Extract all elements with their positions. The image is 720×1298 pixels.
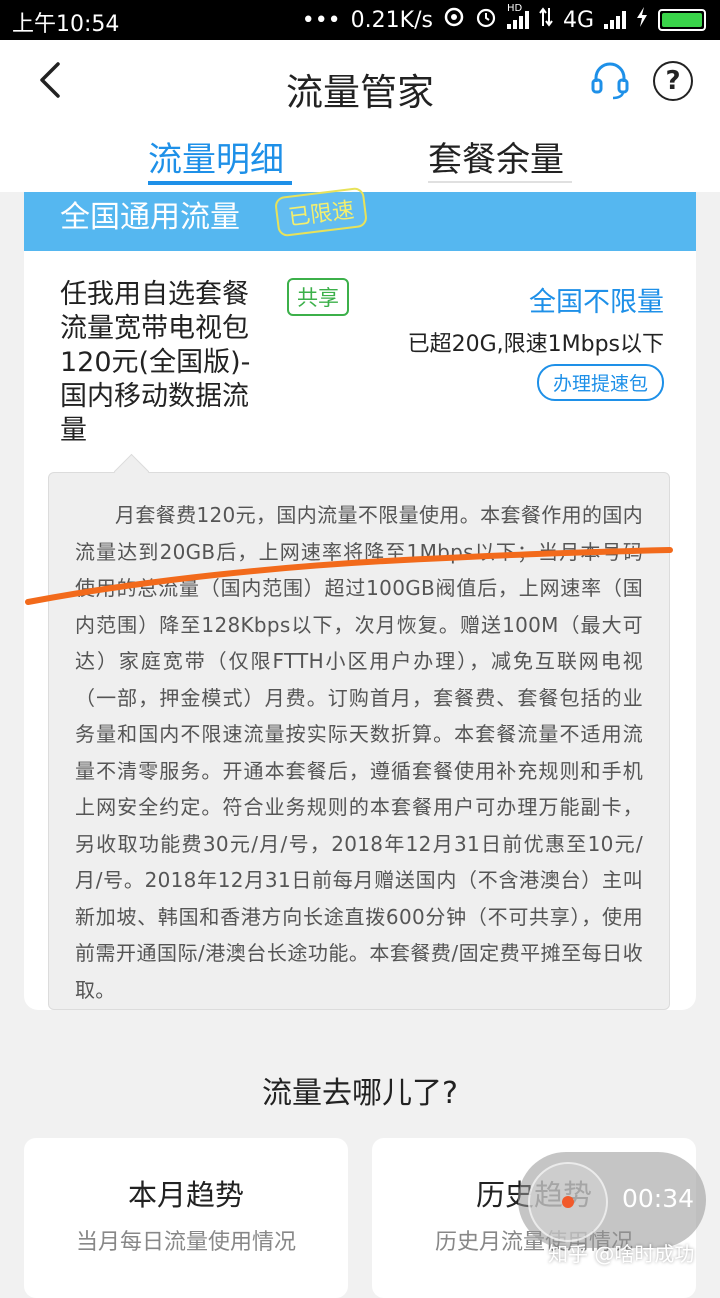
- inactive-tab-indicator: [428, 181, 572, 183]
- more-dots-icon: •••: [301, 7, 341, 33]
- record-dot-icon: [562, 1196, 574, 1208]
- share-badge: 共享: [287, 278, 349, 316]
- card-header: 全国通用流量 已限速: [24, 186, 696, 251]
- tile-subtitle: 当月每日流量使用情况: [75, 1230, 296, 1255]
- net-speed: 0.21K/s: [350, 7, 433, 33]
- plan-name: 任我用自选套餐流量宽带电视包120元(全国版)-国内移动数据流量: [60, 279, 251, 446]
- speed-limited-badge: 已限速: [273, 186, 369, 238]
- sync-icon: [443, 6, 465, 34]
- record-button[interactable]: [528, 1162, 608, 1242]
- section-title: 流量去哪儿了?: [262, 1076, 458, 1111]
- charging-icon: [636, 6, 648, 34]
- status-time: 上午10:54: [12, 12, 120, 37]
- tab-plan-balance[interactable]: 套餐余量: [428, 132, 564, 181]
- tile-title: 本月趋势: [127, 1178, 244, 1212]
- plan-description-box: 月套餐费120元，国内流量不限量使用。本套餐作用的国内流量达到20GB后，上网速…: [48, 472, 670, 1010]
- signal-bars-2-icon: [604, 11, 626, 29]
- status-icons: ••• 0.21K/s HD 4G: [301, 3, 706, 34]
- customer-service-button[interactable]: [588, 58, 632, 102]
- data-arrows-icon: [539, 6, 553, 34]
- plan-description: 月套餐费120元，国内流量不限量使用。本套餐作用的国内流量达到20GB后，上网速…: [75, 503, 643, 1002]
- network-type: 4G: [562, 7, 594, 33]
- battery-icon: [658, 9, 706, 31]
- headset-icon: [591, 62, 629, 100]
- card-header-title: 全国通用流量: [60, 200, 240, 235]
- tab-traffic-detail[interactable]: 流量明细: [148, 132, 284, 181]
- active-tab-indicator: [148, 181, 292, 185]
- traffic-card: 全国通用流量 已限速 任我用自选套餐流量宽带电视包120元(全国版)-国内移动数…: [24, 186, 696, 1010]
- alarm-icon: [475, 6, 497, 34]
- status-bar: 上午10:54 ••• 0.21K/s HD 4G: [0, 0, 720, 40]
- limit-note: 已超20G,限速1Mbps以下: [407, 332, 664, 357]
- watermark: 知乎 @啥时成功: [548, 1242, 695, 1266]
- help-button[interactable]: ?: [653, 61, 693, 101]
- unlimited-label: 全国不限量: [529, 287, 664, 318]
- monthly-trend-tile[interactable]: 本月趋势 当月每日流量使用情况: [24, 1138, 348, 1298]
- recording-timer: 00:34: [622, 1184, 695, 1213]
- signal-hd-icon: HD: [506, 3, 529, 29]
- recording-timer-overlay[interactable]: 00:34: [518, 1152, 706, 1248]
- speedup-package-button[interactable]: 办理提速包: [536, 364, 664, 401]
- hd-label: HD: [506, 3, 523, 14]
- app-header: 流量管家 ? 流量明细 套餐余量: [0, 40, 720, 192]
